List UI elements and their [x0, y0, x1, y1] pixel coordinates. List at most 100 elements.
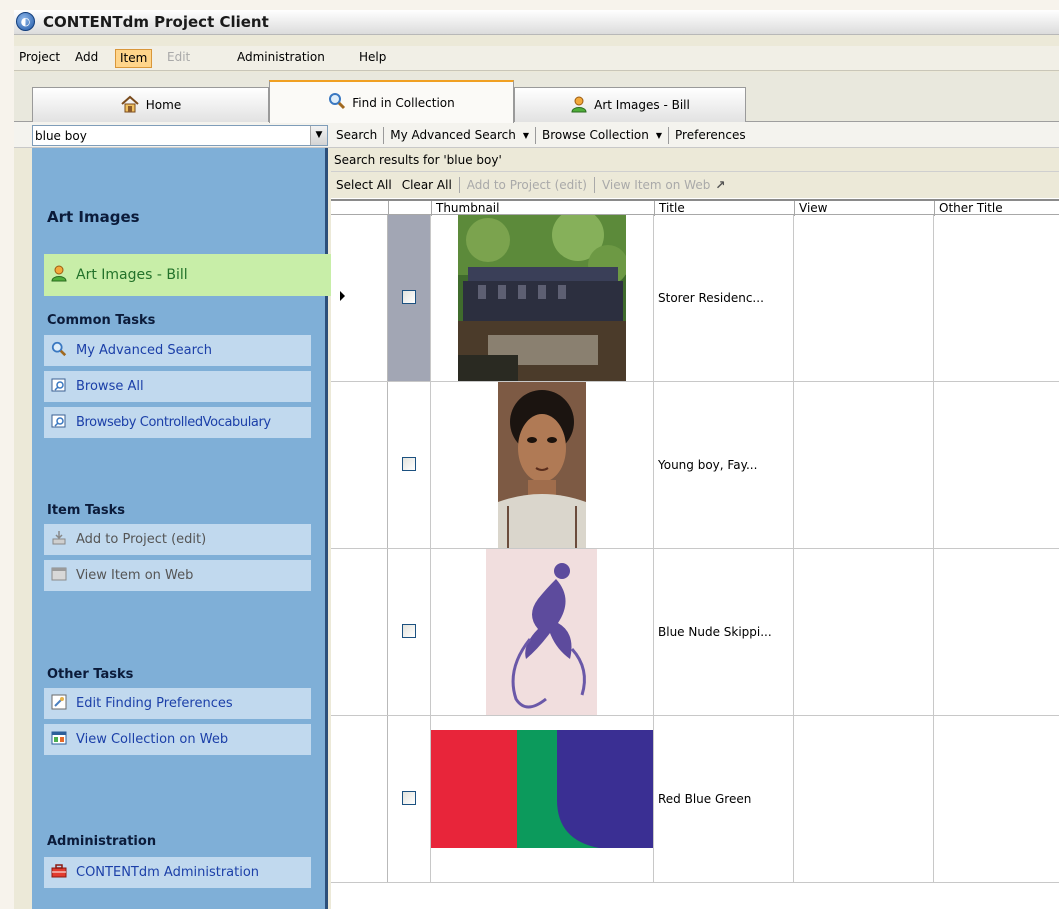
task-edit-finding-preferences[interactable]: Edit Finding Preferences	[44, 688, 311, 719]
row-header[interactable]	[331, 382, 388, 548]
table-row[interactable]: Red Blue Green	[331, 716, 1059, 883]
menu-project[interactable]: Project	[15, 49, 64, 68]
row-header[interactable]	[331, 716, 388, 882]
checkbox-cell	[388, 215, 431, 381]
common-tasks-heading: Common Tasks	[47, 313, 156, 328]
preferences-button[interactable]: Preferences	[669, 128, 752, 142]
search-row: ▼ Search My Advanced Search ▼ Browse Coll…	[14, 122, 1059, 148]
results-status: Search results for 'blue boy'	[331, 148, 1059, 172]
view-cell	[794, 716, 934, 882]
app-title: CONTENTdm Project Client	[43, 13, 269, 31]
table-row[interactable]: Blue Nude Skippi...	[331, 549, 1059, 716]
dropdown-arrow-icon: ▼	[522, 130, 529, 140]
task-label: Add to Project (edit)	[76, 532, 207, 547]
checkbox-cell	[388, 716, 431, 882]
task-browse-controlled-vocabulary[interactable]: Browseby ControlledVocabulary	[44, 407, 311, 438]
app-window: ◐ CONTENTdm Project Client Project Add I…	[14, 10, 1059, 909]
browse-collection-label: Browse Collection	[541, 128, 649, 142]
tab-art-images-bill[interactable]: Art Images - Bill	[514, 87, 746, 122]
my-advanced-search-button[interactable]: My Advanced Search ▼	[384, 128, 535, 142]
thumbnail-image[interactable]	[486, 549, 597, 715]
magnifier-icon	[50, 341, 68, 361]
search-input[interactable]	[35, 127, 305, 144]
row-header[interactable]	[331, 215, 388, 381]
table-row[interactable]: Young boy, Fay...	[331, 382, 1059, 549]
toolbox-icon	[50, 863, 68, 883]
column-header-view[interactable]: View	[794, 201, 934, 216]
tab-find-in-collection[interactable]: Find in Collection	[269, 80, 514, 123]
contentdm-app-icon: ◐	[16, 12, 35, 31]
item-tasks-heading: Item Tasks	[47, 503, 126, 518]
results-grid: Thumbnail Title View Other Title Storer …	[331, 199, 1059, 909]
thumbnail-cell	[431, 382, 654, 548]
active-collection-label: Art Images - Bill	[76, 267, 188, 283]
toolbar-separator	[458, 177, 460, 193]
clear-all-button[interactable]: Clear All	[397, 178, 457, 192]
task-label: My Advanced Search	[76, 343, 213, 358]
tab-home-label: Home	[145, 98, 182, 112]
column-header-thumbnail[interactable]: Thumbnail	[431, 201, 654, 216]
task-view-collection-on-web[interactable]: View Collection on Web	[44, 724, 311, 755]
title-bar: ◐ CONTENTdm Project Client	[14, 10, 1059, 35]
title-cell[interactable]: Red Blue Green	[654, 716, 794, 882]
browse-icon	[50, 377, 68, 397]
thumbnail-cell	[431, 549, 654, 715]
title-cell[interactable]: Storer Residenc...	[654, 215, 794, 381]
table-row[interactable]: Storer Residenc...	[331, 215, 1059, 382]
user-icon	[50, 264, 68, 286]
menu-edit: Edit	[167, 50, 191, 64]
thumbnail-image[interactable]	[498, 382, 586, 548]
task-label: CONTENTdm Administration	[76, 865, 260, 880]
other-title-cell	[934, 549, 1059, 715]
menu-item[interactable]: Item	[115, 49, 153, 68]
chevron-down-icon[interactable]: ▼	[310, 126, 327, 145]
menu-administration[interactable]: Administration	[233, 49, 329, 68]
administration-heading: Administration	[47, 834, 157, 849]
row-checkbox[interactable]	[402, 791, 416, 805]
row-checkbox[interactable]	[402, 290, 416, 304]
column-header-other-title[interactable]: Other Title	[934, 201, 1059, 216]
toolbar-separator	[593, 177, 595, 193]
view-item-on-web-button: View Item on Web	[601, 178, 711, 192]
title-cell[interactable]: Young boy, Fay...	[654, 382, 794, 548]
current-row-arrow-icon	[340, 291, 345, 301]
add-to-project-icon	[50, 530, 68, 550]
other-title-cell	[934, 382, 1059, 548]
tab-home[interactable]: Home	[32, 87, 269, 122]
view-cell	[794, 215, 934, 381]
task-my-advanced-search[interactable]: My Advanced Search	[44, 335, 311, 366]
column-header-title[interactable]: Title	[654, 201, 794, 216]
thumbnail-image[interactable]	[458, 215, 626, 381]
web-page-icon	[50, 566, 68, 586]
add-to-project-button: Add to Project (edit)	[466, 178, 587, 192]
search-combobox[interactable]: ▼	[32, 125, 328, 146]
other-title-cell	[934, 215, 1059, 381]
collection-title: Art Images	[47, 208, 140, 226]
task-sidebar: Art Images Art Images - Bill Common Task…	[32, 148, 331, 909]
view-cell	[794, 549, 934, 715]
browse-collection-button[interactable]: Browse Collection ▼	[536, 128, 668, 142]
menu-bar: Project Add Item Edit Administration Hel…	[14, 46, 1059, 71]
task-add-to-project: Add to Project (edit)	[44, 524, 311, 555]
title-cell[interactable]: Blue Nude Skippi...	[654, 549, 794, 715]
thumbnail-image[interactable]	[431, 730, 653, 868]
active-collection-button[interactable]: Art Images - Bill	[44, 254, 331, 296]
home-icon	[120, 95, 140, 116]
browse-icon	[50, 413, 68, 433]
other-tasks-heading: Other Tasks	[47, 667, 134, 682]
external-link-icon: ↗	[715, 178, 726, 192]
row-header[interactable]	[331, 549, 388, 715]
magnifier-icon	[328, 92, 346, 113]
menu-help[interactable]: Help	[355, 49, 390, 68]
task-label: Browseby ControlledVocabulary	[76, 415, 271, 430]
row-checkbox[interactable]	[402, 624, 416, 638]
row-checkbox[interactable]	[402, 457, 416, 471]
search-button[interactable]: Search	[330, 128, 383, 142]
grid-header: Thumbnail Title View Other Title	[331, 199, 1059, 216]
task-contentdm-administration[interactable]: CONTENTdm Administration	[44, 857, 311, 888]
task-label: View Item on Web	[76, 568, 194, 583]
checkbox-column-header	[388, 201, 431, 216]
select-all-button[interactable]: Select All	[331, 178, 397, 192]
task-browse-all[interactable]: Browse All	[44, 371, 311, 402]
menu-add[interactable]: Add	[71, 49, 102, 68]
